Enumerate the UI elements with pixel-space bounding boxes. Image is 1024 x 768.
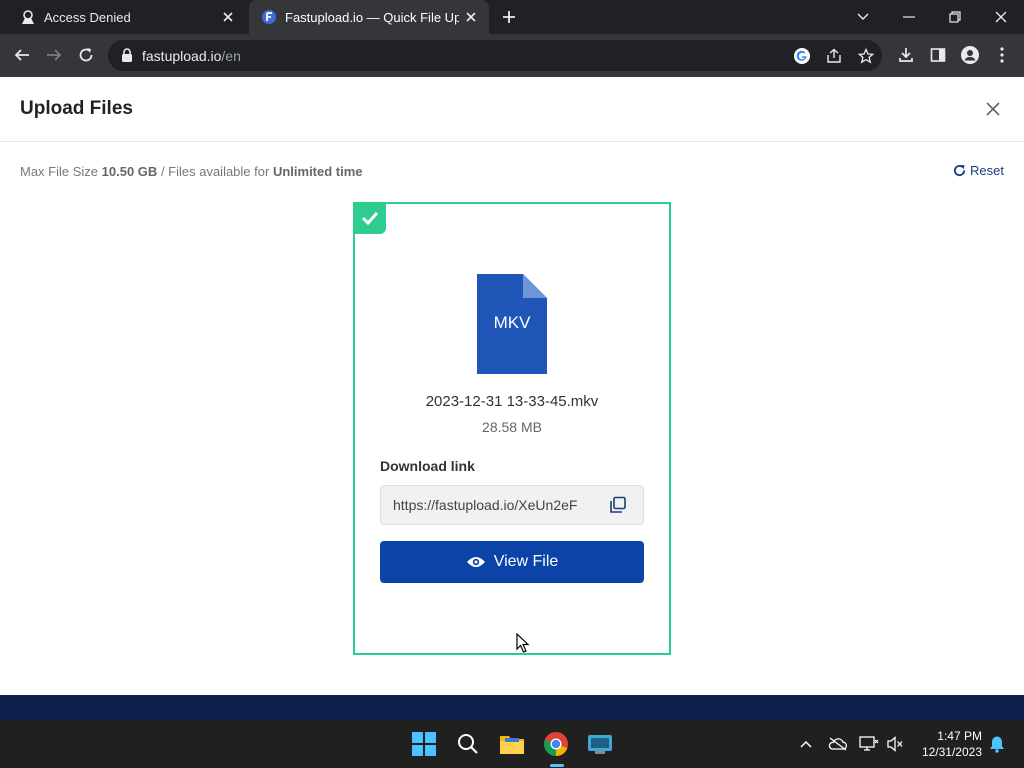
tab-fastupload[interactable]: Fastupload.io — Quick File Uploa: [249, 0, 489, 34]
download-icon: [899, 48, 913, 62]
file-type-label: MKV: [493, 313, 531, 332]
share-icon: [827, 48, 841, 63]
new-tab-button[interactable]: [497, 5, 521, 29]
availability-prefix: / Files available for: [160, 164, 270, 179]
restore-button[interactable]: [932, 0, 978, 34]
profile-icon: [961, 46, 979, 64]
max-size-prefix: Max File Size: [20, 164, 99, 179]
downloads-button[interactable]: [893, 42, 919, 68]
minimize-icon: [903, 16, 915, 18]
page-content: Upload Files Max File Size 10.50 GB / Fi…: [0, 77, 1024, 695]
page-footer: [0, 695, 1024, 720]
availability-value: Unlimited time: [272, 164, 363, 179]
address-bar[interactable]: fastupload.io/en: [108, 40, 882, 71]
tab-title: Fastupload.io — Quick File Uploa: [285, 9, 459, 25]
windows-taskbar: 1:47 PM 12/31/2023: [0, 720, 1024, 768]
url-domain: fastupload.io: [142, 48, 222, 64]
show-hidden-icons-button[interactable]: [794, 732, 818, 756]
clock-date: 12/31/2023: [921, 745, 982, 759]
reload-icon: [79, 48, 93, 62]
kebab-menu-icon: [1000, 47, 1004, 63]
modal-title: Upload Files: [20, 98, 133, 119]
speaker-muted-icon: [887, 736, 903, 752]
cloud-offline-icon: [828, 737, 847, 751]
eye-icon: [466, 557, 485, 567]
app-taskbar-button[interactable]: [584, 728, 616, 760]
max-size-value: 10.50 GB: [101, 164, 158, 179]
restore-icon: [949, 11, 961, 23]
start-button[interactable]: [408, 728, 440, 760]
side-panel-icon: [930, 48, 946, 62]
reset-label: Reset: [970, 163, 1004, 178]
clock-time: 1:47 PM: [937, 729, 982, 743]
reset-button[interactable]: Reset: [953, 163, 1004, 178]
google-lens-button[interactable]: [790, 44, 814, 68]
anonymous-icon: [22, 10, 34, 24]
reload-button[interactable]: [71, 40, 101, 70]
window-close-button[interactable]: [978, 0, 1024, 34]
mkv-file-icon: MKV: [477, 274, 547, 374]
mouse-cursor-icon: [516, 633, 530, 653]
volume-tray-button[interactable]: [883, 732, 907, 756]
modal-header: Upload Files: [0, 77, 1024, 142]
menu-button[interactable]: [989, 42, 1015, 68]
chrome-taskbar-button[interactable]: [540, 728, 572, 760]
onedrive-tray-button[interactable]: [826, 732, 850, 756]
search-button[interactable]: [452, 728, 484, 760]
monitor-app-icon: [588, 735, 612, 754]
network-icon: [859, 736, 879, 751]
tab-access-denied[interactable]: Access Denied: [8, 0, 246, 34]
active-app-indicator: [550, 764, 564, 767]
upload-complete-badge: [353, 202, 386, 234]
forward-button[interactable]: [39, 40, 69, 70]
chrome-icon: [544, 732, 568, 757]
file-explorer-button[interactable]: [496, 728, 528, 760]
file-name: 2023-12-31 13-33-45.mkv: [425, 393, 599, 410]
file-size: 28.58 MB: [482, 419, 542, 435]
search-icon: [458, 734, 478, 754]
copy-icon[interactable]: [609, 496, 627, 514]
share-button[interactable]: [822, 44, 846, 68]
profile-button[interactable]: [957, 42, 983, 68]
refresh-icon: [953, 164, 966, 177]
fastupload-logo-icon: [262, 10, 276, 24]
lock-icon: [122, 48, 132, 62]
folder-icon: [500, 736, 524, 754]
chevron-down-icon: [857, 13, 869, 20]
tab-search-button[interactable]: [840, 0, 886, 34]
back-button[interactable]: [7, 40, 37, 70]
arrow-left-icon: [14, 49, 29, 61]
download-link-label: Download link: [380, 458, 475, 474]
uploaded-file-card: MKV 2023-12-31 13-33-45.mkv 28.58 MB Dow…: [353, 202, 671, 655]
bell-icon: [990, 736, 1004, 753]
download-link-value: https://fastupload.io/XeUn2eF: [393, 497, 578, 513]
close-icon: [986, 102, 1000, 116]
windows-logo-icon: [412, 732, 436, 756]
network-tray-button[interactable]: [857, 732, 881, 756]
tab-title: Access Denied: [44, 9, 131, 25]
chevron-up-icon: [800, 740, 812, 748]
plus-icon: [503, 11, 515, 23]
view-file-label: View File: [493, 553, 559, 570]
upload-limits-info: Max File Size 10.50 GB / Files available…: [20, 164, 363, 179]
bookmark-button[interactable]: [854, 44, 878, 68]
tab-close-icon[interactable]: [459, 5, 483, 29]
tab-close-icon[interactable]: [216, 5, 240, 29]
minimize-button[interactable]: [886, 0, 932, 34]
browser-titlebar: Access Denied Fastupload.io — Quick File…: [0, 0, 1024, 34]
notifications-button[interactable]: [985, 732, 1009, 756]
modal-close-button[interactable]: [983, 99, 1003, 119]
arrow-right-icon: [47, 49, 62, 61]
taskbar-clock[interactable]: 1:47 PM 12/31/2023: [912, 728, 982, 760]
side-panel-button[interactable]: [925, 42, 951, 68]
star-icon: [858, 48, 874, 64]
view-file-button[interactable]: View File: [380, 541, 644, 583]
address-url: fastupload.io/en: [142, 48, 241, 64]
url-path: /en: [221, 48, 241, 64]
browser-toolbar: fastupload.io/en: [0, 34, 1024, 77]
checkmark-icon: [361, 211, 378, 225]
google-icon: [794, 48, 810, 64]
download-link-field[interactable]: https://fastupload.io/XeUn2eF: [380, 485, 644, 525]
close-icon: [995, 11, 1007, 23]
